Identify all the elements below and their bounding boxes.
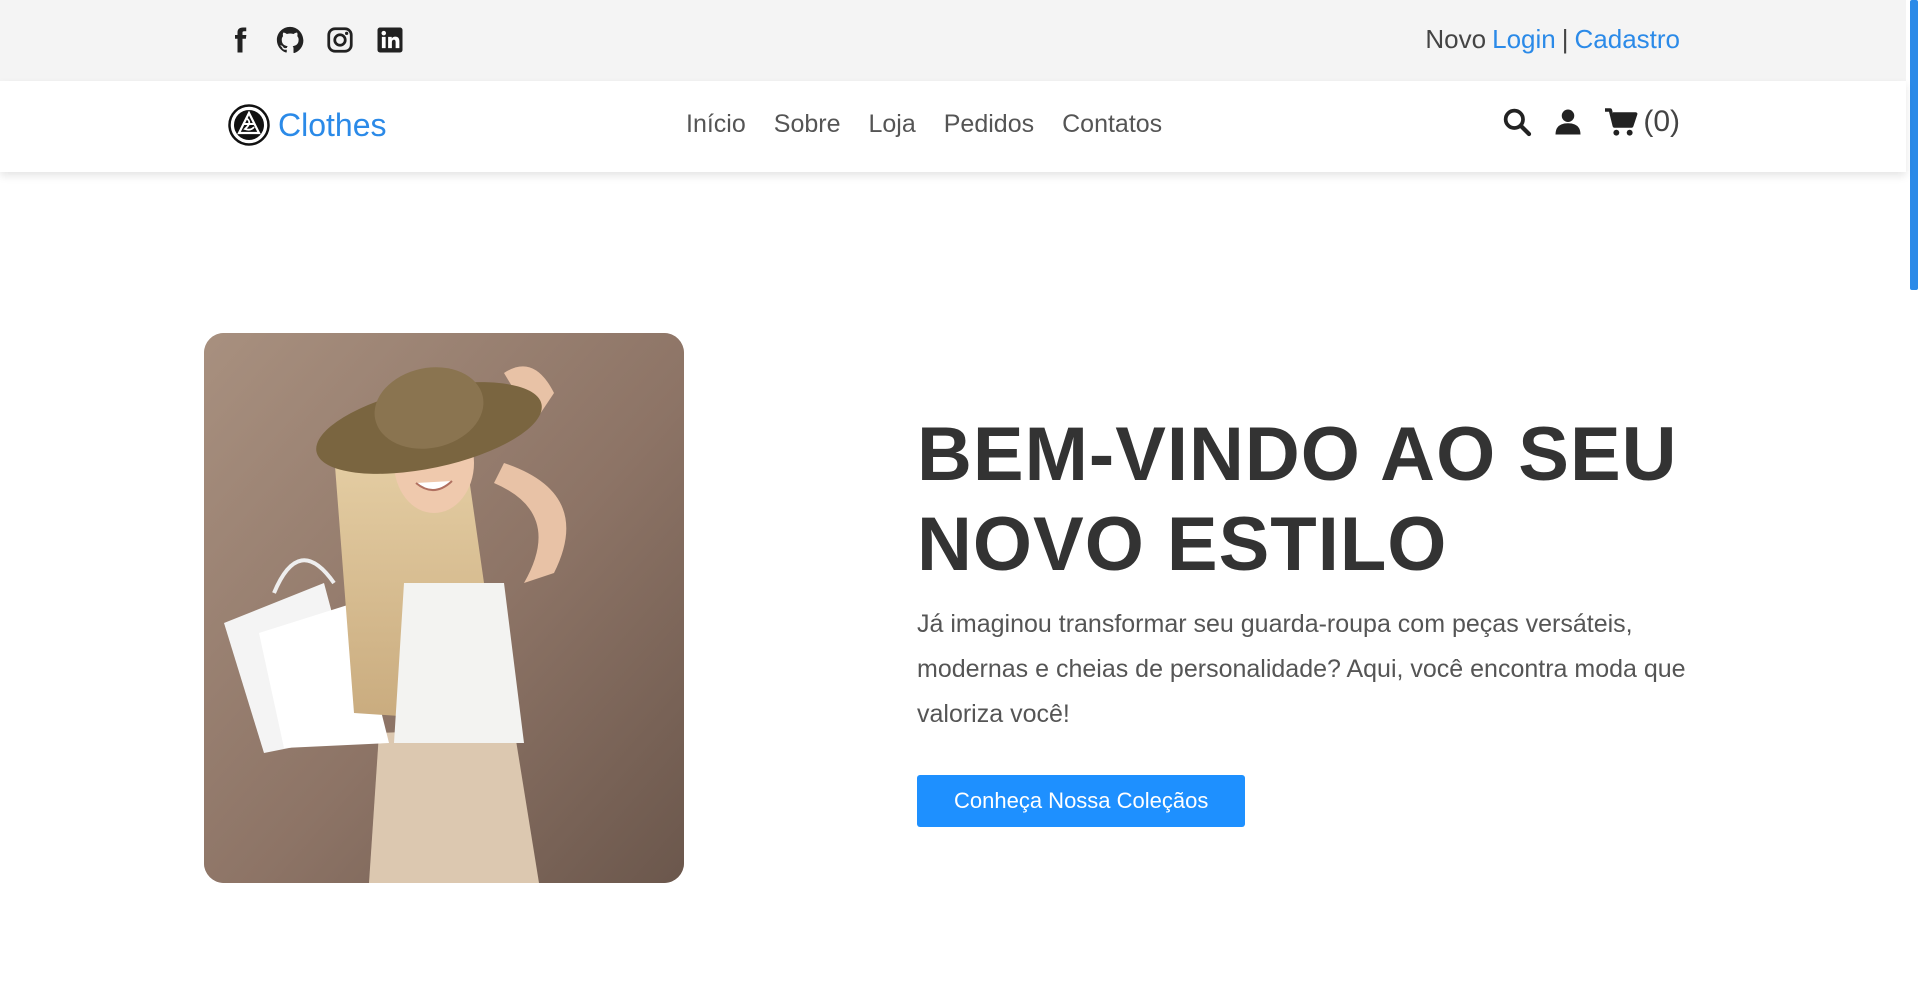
nav-item-sobre[interactable]: Sobre [774,110,841,139]
cart-button[interactable]: (0) [1603,105,1680,139]
scrollbar[interactable] [1906,0,1918,1008]
facebook-icon[interactable] [224,22,256,58]
brand-logo-icon [228,104,270,146]
github-icon[interactable] [274,22,306,58]
hero-photo-illustration [204,333,684,883]
search-icon[interactable] [1501,106,1533,138]
topbar: Novo Login | Cadastro [0,0,1906,81]
cart-icon [1603,106,1639,138]
auth-separator: | [1561,24,1569,54]
nav-item-inicio[interactable]: Início [686,110,746,139]
auth-prefix: Novo [1425,24,1487,54]
nav-item-loja[interactable]: Loja [868,110,915,139]
auth-links: Novo Login | Cadastro [1425,24,1680,55]
hero-title-line-2: NOVO ESTILO [917,502,1448,587]
cart-count: (0) [1643,105,1680,138]
instagram-icon[interactable] [324,22,356,58]
nav-item-contatos[interactable]: Contatos [1062,110,1162,139]
social-links [224,22,406,58]
hero-image [204,333,684,883]
collections-button[interactable]: Conheça Nossa Coleçãos [917,775,1246,827]
scrollbar-thumb[interactable] [1910,0,1918,290]
hero-title-line-1: BEM-VINDO AO SEU [917,412,1678,497]
brand-name: Clothes [278,106,387,143]
brand-link[interactable]: Clothes [228,104,387,146]
hero-content: BEM-VINDO AO SEU NOVO ESTILO Já imaginou… [917,410,1697,827]
login-link[interactable]: Login [1492,24,1556,55]
hero-description: Já imaginou transformar seu guarda-roupa… [917,610,1686,728]
linkedin-icon[interactable] [374,22,406,58]
nav-links: Início Sobre Loja Pedidos Contatos [686,110,1162,139]
hero-title: BEM-VINDO AO SEU NOVO ESTILO [917,410,1697,590]
signup-link[interactable]: Cadastro [1575,24,1681,55]
nav-actions: (0) [1501,105,1680,139]
nav-item-pedidos[interactable]: Pedidos [944,110,1034,139]
user-icon[interactable] [1553,106,1583,138]
main-navbar: Clothes Início Sobre Loja Pedidos Contat… [0,81,1906,172]
